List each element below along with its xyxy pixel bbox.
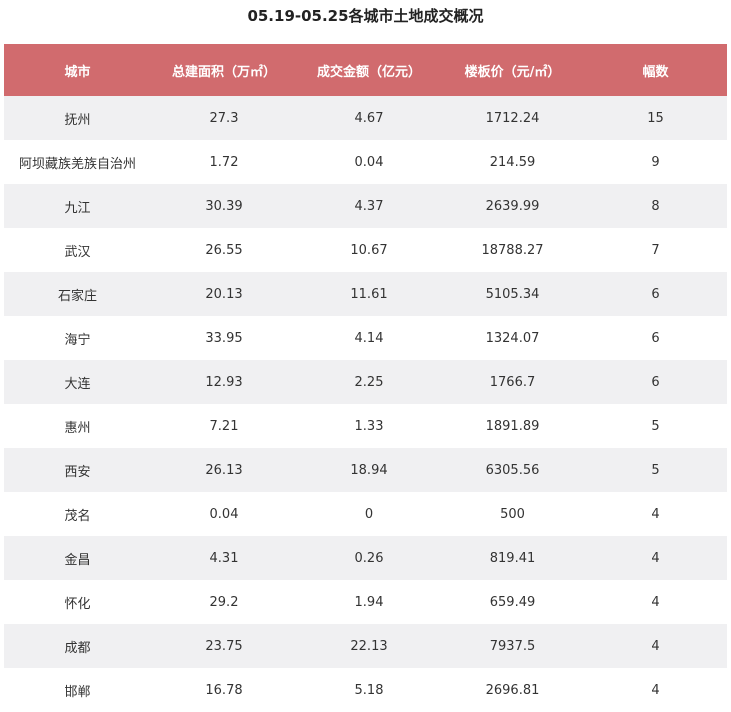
cell-parcel-count: 15 [584,96,727,140]
cell-floor-price: 1891.89 [441,404,584,448]
cell-floor-price: 214.59 [441,140,584,184]
cell-parcel-count: 4 [584,536,727,580]
cell-total-area: 29.2 [151,580,297,624]
cell-total-area: 23.75 [151,624,297,668]
table-row: 九江 30.39 4.37 2639.99 8 [4,184,727,228]
table-row: 石家庄 20.13 11.61 5105.34 6 [4,272,727,316]
cell-total-area: 33.95 [151,316,297,360]
cell-transaction-amount: 0.04 [297,140,441,184]
table-row: 西安 26.13 18.94 6305.56 5 [4,448,727,492]
cell-transaction-amount: 4.14 [297,316,441,360]
table-row: 茂名 0.04 0 500 4 [4,492,727,536]
cell-city: 海宁 [4,316,151,360]
cell-total-area: 27.3 [151,96,297,140]
cell-parcel-count: 5 [584,404,727,448]
table-body: 抚州 27.3 4.67 1712.24 15 阿坝藏族羌族自治州 1.72 0.04 214.… [4,96,727,712]
cell-transaction-amount: 18.94 [297,448,441,492]
cell-floor-price: 500 [441,492,584,536]
cell-city: 怀化 [4,580,151,624]
cell-transaction-amount: 0.26 [297,536,441,580]
table-row: 怀化 29.2 1.94 659.49 4 [4,580,727,624]
cell-city: 九江 [4,184,151,228]
cell-total-area: 4.31 [151,536,297,580]
cell-transaction-amount: 22.13 [297,624,441,668]
table-row: 抚州 27.3 4.67 1712.24 15 [4,96,727,140]
table-row: 大连 12.93 2.25 1766.7 6 [4,360,727,404]
cell-parcel-count: 6 [584,272,727,316]
cell-floor-price: 659.49 [441,580,584,624]
cell-city: 成都 [4,624,151,668]
cell-parcel-count: 4 [584,668,727,712]
cell-transaction-amount: 4.67 [297,96,441,140]
cell-total-area: 1.72 [151,140,297,184]
cell-parcel-count: 4 [584,580,727,624]
cell-parcel-count: 8 [584,184,727,228]
cell-city: 阿坝藏族羌族自治州 [4,140,151,184]
cell-city: 石家庄 [4,272,151,316]
cell-floor-price: 2696.81 [441,668,584,712]
cell-transaction-amount: 10.67 [297,228,441,272]
cell-floor-price: 6305.56 [441,448,584,492]
cell-transaction-amount: 1.33 [297,404,441,448]
cell-floor-price: 819.41 [441,536,584,580]
header-city: 城市 [4,44,151,96]
table-row: 海宁 33.95 4.14 1324.07 6 [4,316,727,360]
cell-city: 茂名 [4,492,151,536]
cell-floor-price: 1324.07 [441,316,584,360]
cell-floor-price: 1712.24 [441,96,584,140]
page-title: 05.19-05.25各城市土地成交概况 [247,7,484,25]
table-row: 金昌 4.31 0.26 819.41 4 [4,536,727,580]
cell-total-area: 20.13 [151,272,297,316]
cell-total-area: 26.13 [151,448,297,492]
cell-total-area: 30.39 [151,184,297,228]
cell-floor-price: 18788.27 [441,228,584,272]
cell-floor-price: 1766.7 [441,360,584,404]
cell-total-area: 26.55 [151,228,297,272]
cell-city: 邯郸 [4,668,151,712]
cell-parcel-count: 4 [584,492,727,536]
cell-parcel-count: 9 [584,140,727,184]
header-row: 城市 总建面积（万㎡） 成交金额（亿元） 楼板价（元/㎡） 幅数 [4,44,727,96]
table-row: 邯郸 16.78 5.18 2696.81 4 [4,668,727,712]
table-header: 城市 总建面积（万㎡） 成交金额（亿元） 楼板价（元/㎡） 幅数 [4,44,727,96]
cell-transaction-amount: 2.25 [297,360,441,404]
cell-transaction-amount: 0 [297,492,441,536]
cell-city: 金昌 [4,536,151,580]
cell-total-area: 7.21 [151,404,297,448]
table-row: 惠州 7.21 1.33 1891.89 5 [4,404,727,448]
cell-parcel-count: 6 [584,360,727,404]
cell-city: 惠州 [4,404,151,448]
page: 05.19-05.25各城市土地成交概况 城市 总建面积（万㎡） 成交金额（亿元… [0,0,731,712]
header-total-area: 总建面积（万㎡） [151,44,297,96]
cell-transaction-amount: 4.37 [297,184,441,228]
header-floor-price: 楼板价（元/㎡） [441,44,584,96]
cell-floor-price: 7937.5 [441,624,584,668]
land-transaction-table: 城市 总建面积（万㎡） 成交金额（亿元） 楼板价（元/㎡） 幅数 抚州 27.3 4… [4,44,727,712]
cell-total-area: 16.78 [151,668,297,712]
cell-city: 大连 [4,360,151,404]
cell-transaction-amount: 1.94 [297,580,441,624]
cell-total-area: 12.93 [151,360,297,404]
cell-parcel-count: 5 [584,448,727,492]
cell-transaction-amount: 5.18 [297,668,441,712]
header-transaction-amount: 成交金额（亿元） [297,44,441,96]
cell-floor-price: 5105.34 [441,272,584,316]
cell-parcel-count: 6 [584,316,727,360]
table-row: 武汉 26.55 10.67 18788.27 7 [4,228,727,272]
cell-transaction-amount: 11.61 [297,272,441,316]
cell-city: 武汉 [4,228,151,272]
cell-city: 西安 [4,448,151,492]
cell-total-area: 0.04 [151,492,297,536]
cell-parcel-count: 7 [584,228,727,272]
table-row: 阿坝藏族羌族自治州 1.72 0.04 214.59 9 [4,140,727,184]
table-row: 成都 23.75 22.13 7937.5 4 [4,624,727,668]
cell-city: 抚州 [4,96,151,140]
cell-floor-price: 2639.99 [441,184,584,228]
header-parcel-count: 幅数 [584,44,727,96]
cell-parcel-count: 4 [584,624,727,668]
